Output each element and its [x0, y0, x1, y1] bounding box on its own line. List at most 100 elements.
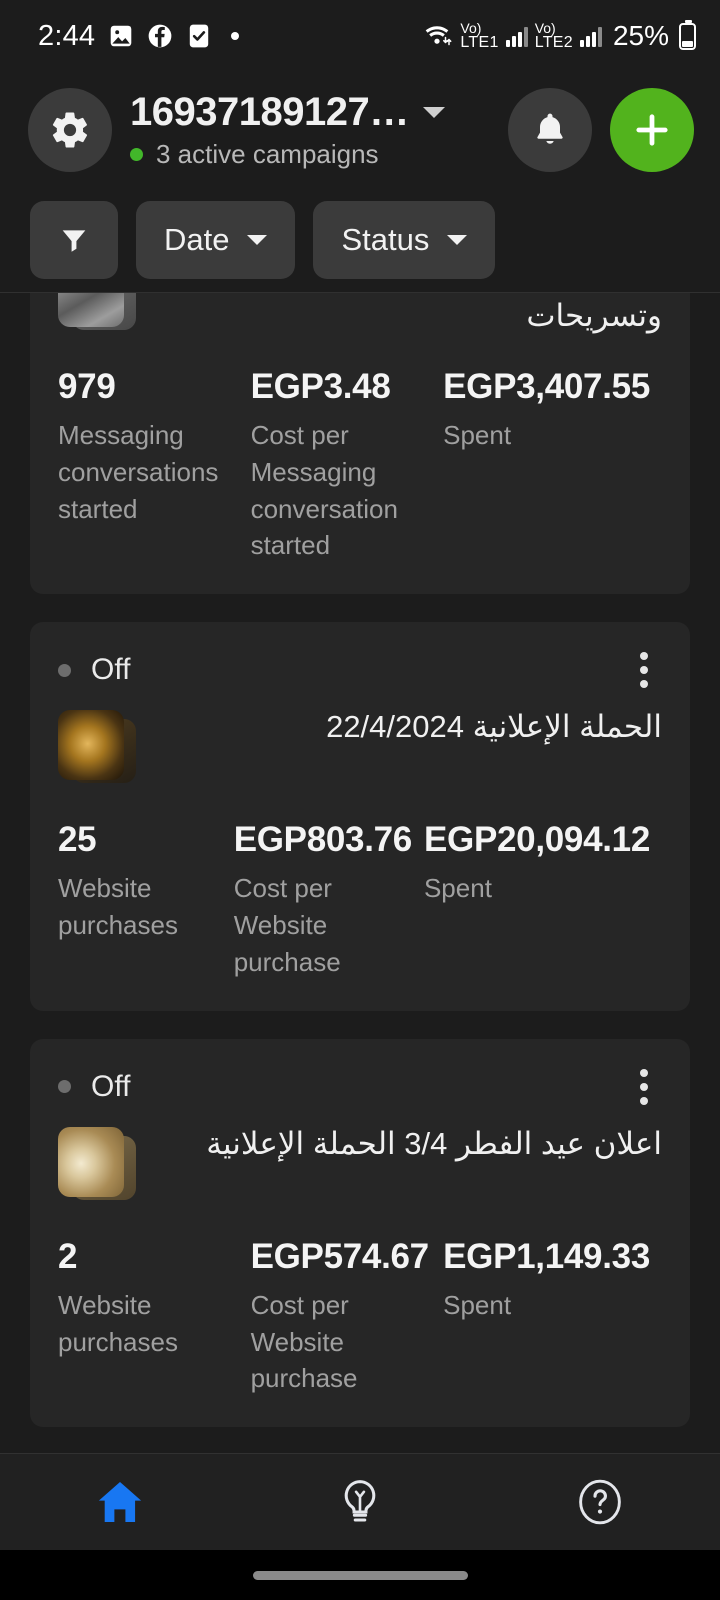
photo-icon	[110, 25, 132, 47]
sim2-network-label: LTE2	[534, 34, 573, 51]
thumbnail-front-layer	[58, 710, 124, 781]
metric-item: EGP20,094.12 Spent	[424, 818, 662, 980]
nav-insights[interactable]	[240, 1454, 480, 1550]
plus-icon	[636, 114, 668, 146]
gesture-handle[interactable]	[252, 1570, 468, 1580]
metric-item: 979 Messaging conversations started	[58, 365, 251, 564]
bottom-navigation	[0, 1453, 720, 1550]
metric-label: Cost per Website purchase	[233, 873, 341, 977]
campaign-status: Off	[58, 653, 130, 687]
campaign-metrics: 979 Messaging conversations started EGP3…	[58, 365, 662, 564]
campaign-status-label: Off	[91, 1069, 131, 1103]
wifi-icon	[426, 26, 452, 46]
gesture-navigation-bar	[0, 1550, 720, 1600]
checkbox-icon	[190, 24, 209, 48]
campaign-thumbnail	[58, 1126, 136, 1209]
help-circle-icon	[579, 1479, 621, 1525]
home-icon	[98, 1481, 142, 1523]
date-filter-label: Date	[164, 222, 230, 257]
status-dot-icon	[58, 663, 71, 677]
facebook-icon	[148, 24, 172, 48]
account-selector[interactable]: 16937189127… 3 active campaigns	[130, 90, 494, 170]
campaign-card[interactable]: Off اعلان عيد الفطر 3/4 الحملة الإعلانية…	[30, 1038, 690, 1428]
campaign-title-row: الحملة الإعلانية 22/4/2024	[58, 700, 662, 792]
campaign-card-header: Off	[58, 648, 662, 692]
notifications-button[interactable]	[508, 88, 592, 172]
sim2-signal-bars-icon	[579, 25, 602, 47]
metric-label: Website purchases	[58, 873, 178, 941]
filter-button[interactable]	[30, 201, 118, 279]
app-header: 16937189127… 3 active campaigns	[0, 72, 720, 188]
sim1-network-label: LTE1	[460, 34, 499, 51]
status-bar-clock: 2:44	[38, 19, 96, 52]
lightbulb-icon	[344, 1480, 376, 1522]
account-name-row: 16937189127…	[130, 90, 494, 135]
metric-label: Messaging conversations started	[58, 419, 219, 524]
nav-help[interactable]	[480, 1454, 720, 1550]
metric-label: Spent	[443, 419, 512, 450]
settings-button[interactable]	[28, 88, 112, 172]
metric-item: 25 Website purchases	[58, 818, 234, 980]
metric-item: EGP574.67 Cost per Website purchase	[251, 1235, 444, 1397]
campaign-card[interactable]: اعلان رسائل 19/5/2024 سجاد وتسريحات 979 …	[30, 293, 690, 595]
sim2-indicator: Vo) LTE2	[535, 21, 573, 51]
campaign-metrics: 25 Website purchases EGP803.76 Cost per …	[58, 818, 662, 980]
campaign-title: اعلان عيد الفطر 3/4 الحملة الإعلانية	[206, 1125, 662, 1161]
metric-label: Spent	[423, 873, 492, 904]
campaign-title: الحملة الإعلانية 22/4/2024	[326, 709, 662, 745]
campaign-status: Off	[58, 1070, 130, 1104]
status-bar: 2:44 Vo) LTE1 Vo) LTE2 25%	[0, 0, 720, 72]
sim2-volte-label: Vo)	[534, 20, 556, 36]
campaign-card[interactable]: Off الحملة الإعلانية 22/4/2024 25 Websit…	[30, 622, 690, 1011]
campaign-card-header: Off	[58, 1065, 662, 1109]
metric-label: Cost per Messaging conversation started	[250, 419, 398, 561]
thumbnail-front-layer	[58, 1126, 124, 1197]
campaign-thumbnail	[58, 710, 136, 792]
funnel-icon	[62, 230, 86, 252]
metric-item: EGP3.48 Cost per Messaging conversation …	[251, 365, 444, 564]
status-bar-right: Vo) LTE1 Vo) LTE2 25%	[423, 19, 696, 52]
create-campaign-button[interactable]	[610, 88, 694, 172]
sim1-indicator: Vo) LTE1	[460, 21, 498, 51]
nav-home[interactable]	[0, 1454, 240, 1550]
status-dot-icon	[58, 1080, 71, 1094]
metric-label: Cost per Website purchase	[250, 1289, 358, 1394]
chevron-down-icon	[447, 235, 468, 245]
metric-value: EGP803.76	[233, 820, 413, 860]
campaign-metrics: 2 Website purchases EGP574.67 Cost per W…	[58, 1235, 662, 1397]
campaign-list[interactable]: اعلان رسائل 19/5/2024 سجاد وتسريحات 979 …	[0, 293, 720, 1453]
metric-item: 2 Website purchases	[58, 1235, 251, 1397]
campaign-options-button[interactable]	[626, 1063, 662, 1111]
thumbnail-front-layer	[58, 293, 124, 327]
active-campaigns-label: 3 active campaigns	[156, 139, 379, 169]
status-bar-left: 2:44	[38, 19, 240, 53]
metric-value: 25	[58, 820, 97, 860]
date-filter-chip[interactable]: Date	[136, 201, 296, 279]
metric-value: 979	[58, 367, 116, 406]
metric-value: 2	[58, 1236, 78, 1276]
campaign-title-row: اعلان رسائل 19/5/2024 سجاد وتسريحات	[58, 293, 662, 339]
campaign-options-button[interactable]	[626, 646, 662, 694]
metric-label: Website purchases	[58, 1289, 178, 1357]
metric-value: EGP3.48	[250, 367, 391, 406]
sim1-signal-bars-icon	[505, 25, 528, 47]
metric-value: EGP20,094.12	[423, 820, 650, 860]
metric-value: EGP1,149.33	[443, 1236, 650, 1276]
campaign-title-row: اعلان عيد الفطر 3/4 الحملة الإعلانية	[58, 1117, 662, 1209]
metric-item: EGP803.76 Cost per Website purchase	[234, 818, 424, 980]
campaign-thumbnail	[58, 293, 136, 339]
metric-value: EGP574.67	[250, 1236, 430, 1276]
app-root: 2:44 Vo) LTE1 Vo) LTE2 25% 16937189127… …	[0, 0, 720, 1600]
sim1-volte-label: Vo)	[460, 20, 482, 36]
battery-percent-label: 25%	[612, 20, 669, 51]
account-status-row: 3 active campaigns	[130, 139, 494, 170]
dot-icon	[231, 32, 240, 40]
battery-icon	[679, 19, 696, 50]
metric-item: EGP1,149.33 Spent	[443, 1235, 662, 1397]
metric-item: EGP3,407.55 Spent	[443, 365, 662, 564]
filter-bar: Date Status	[0, 188, 720, 293]
campaign-status-label: Off	[91, 653, 131, 687]
campaign-title: اعلان رسائل 19/5/2024 سجاد وتسريحات	[526, 297, 662, 333]
status-filter-chip[interactable]: Status	[313, 201, 496, 279]
metric-label: Spent	[443, 1289, 512, 1320]
